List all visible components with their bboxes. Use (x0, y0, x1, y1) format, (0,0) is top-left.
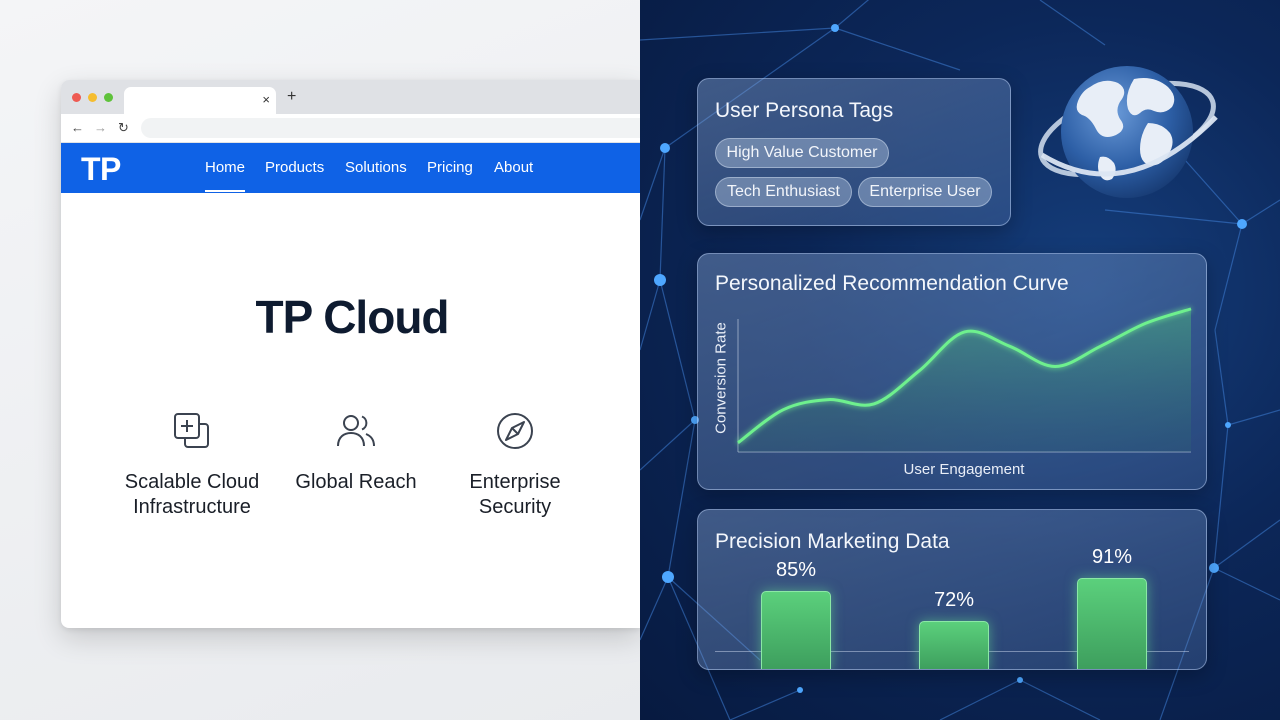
feature-scalable-cloud[interactable]: Scalable Cloud Infrastructure (112, 410, 272, 520)
marketing-title: Precision Marketing Data (715, 530, 950, 553)
site-logo[interactable]: TP (81, 151, 121, 188)
bar-value-label: 72% (933, 589, 975, 611)
bar-3 (1077, 578, 1147, 669)
feature-label-line1: Enterprise (469, 471, 561, 493)
minimize-window-dot[interactable] (88, 93, 97, 102)
feature-label-line2: Security (478, 496, 552, 518)
nav-solutions[interactable]: Solutions (345, 159, 407, 177)
tag-high-value-customer[interactable]: High Value Customer (715, 138, 889, 168)
bar-value-label: 85% (775, 559, 817, 581)
browser-tab[interactable]: × (124, 87, 276, 114)
feature-label-line1: Scalable Cloud (124, 471, 260, 493)
feature-enterprise-security[interactable]: Enterprise Security (435, 410, 595, 520)
back-arrow-icon[interactable]: ← (71, 119, 84, 137)
globe-icon (1038, 66, 1218, 198)
browser-window: × + ← → ↻ TP Home Products Solutions Pri… (61, 80, 640, 628)
persona-panel: User Persona Tags High Value Customer Te… (697, 78, 1011, 226)
url-input[interactable] (141, 118, 640, 138)
bar-value-label: 91% (1091, 546, 1133, 568)
feature-label-line2: Infrastructure (133, 496, 251, 518)
plus-square-stack-icon (174, 413, 209, 448)
browser-tab-bar: × + (61, 80, 640, 114)
forward-arrow-icon[interactable]: → (94, 119, 107, 137)
marketing-data-panel: Precision Marketing Data 85% 72% 91% (697, 509, 1207, 670)
feature-label: Scalable Cloud Infrastructure (112, 470, 272, 520)
tag-enterprise-user[interactable]: Enterprise User (858, 177, 992, 207)
recommendation-curve-panel: Personalized Recommendation Curve Conver… (697, 253, 1207, 490)
feature-global-reach[interactable]: Global Reach (276, 410, 436, 495)
tab-close-icon[interactable]: × (262, 91, 270, 109)
site-navbar: TP Home Products Solutions Pricing About (61, 143, 640, 193)
nav-about[interactable]: About (494, 159, 533, 177)
line-chart (737, 307, 1192, 453)
tag-tech-enthusiast[interactable]: Tech Enthusiast (715, 177, 852, 207)
x-axis-label: User Engagement (903, 461, 1025, 478)
compass-icon (497, 413, 533, 449)
feature-label: Enterprise Security (435, 470, 595, 520)
reload-icon[interactable]: ↻ (118, 119, 129, 137)
active-nav-indicator (205, 190, 245, 192)
close-window-dot[interactable] (72, 93, 81, 102)
hero-title: TP Cloud (255, 291, 449, 343)
address-bar: ← → ↻ (61, 114, 640, 143)
persona-title: User Persona Tags (715, 99, 894, 122)
nav-products[interactable]: Products (265, 159, 324, 177)
nav-pricing[interactable]: Pricing (427, 159, 473, 177)
bar-2 (919, 621, 989, 669)
curve-area (738, 308, 1191, 452)
y-axis-label: Conversion Rate (712, 322, 730, 434)
feature-label: Global Reach (295, 471, 417, 493)
maximize-window-dot[interactable] (104, 93, 113, 102)
users-icon (337, 415, 375, 447)
new-tab-icon[interactable]: + (287, 88, 296, 106)
bar-1 (761, 591, 831, 669)
nav-home[interactable]: Home (205, 159, 245, 177)
